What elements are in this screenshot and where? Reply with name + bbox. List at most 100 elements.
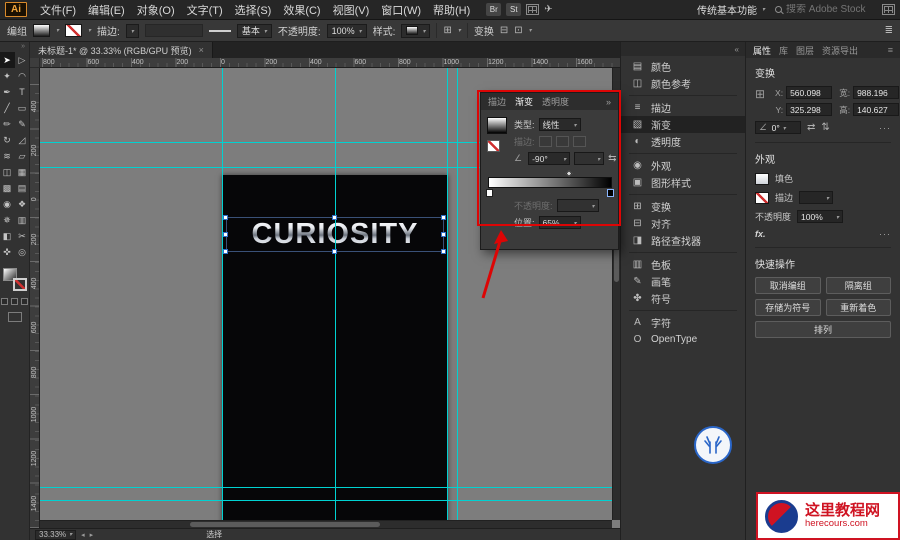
prev-artboard-icon[interactable]: ◂: [81, 531, 85, 539]
select-similar-icon[interactable]: ⊡: [514, 25, 522, 36]
width-input[interactable]: 988.196: [853, 86, 899, 99]
tool-perspective-grid[interactable]: ▦: [15, 164, 30, 180]
stroke-color-icon[interactable]: [13, 278, 27, 291]
menu-item[interactable]: 选择(S): [229, 2, 278, 18]
tool-magic-wand[interactable]: ✦: [0, 68, 15, 84]
gradient-slider[interactable]: [488, 169, 612, 197]
flip-vertical-icon[interactable]: ⇅: [821, 122, 829, 133]
style-select[interactable]: [401, 24, 430, 38]
tool-slice[interactable]: ✂: [15, 228, 30, 244]
dock-item-brushes[interactable]: ✎ 画笔: [621, 273, 745, 290]
tab-transparency-panel[interactable]: 透明度: [542, 95, 569, 108]
selection-handle[interactable]: [332, 215, 337, 220]
guide-vertical[interactable]: [335, 68, 336, 528]
toolbar-collapse-icon[interactable]: »: [0, 42, 29, 52]
dock-item-gradient[interactable]: ▧ 渐变: [621, 116, 745, 133]
menu-item[interactable]: 编辑(E): [82, 2, 131, 18]
tool-eyedropper[interactable]: ◉: [0, 196, 15, 212]
transform-label[interactable]: 变换: [474, 23, 494, 38]
gradient-angle-select[interactable]: -90°: [528, 152, 570, 165]
tab-properties[interactable]: 属性: [753, 44, 771, 57]
tool-shape-builder[interactable]: ◫: [0, 164, 15, 180]
tool-selection[interactable]: ➤: [0, 52, 15, 68]
opacity-select[interactable]: 100%: [327, 24, 367, 38]
gradient-midpoint-handle[interactable]: [565, 170, 572, 177]
tool-free-transform[interactable]: ▱: [15, 148, 30, 164]
quick-action-button[interactable]: 取消编组: [755, 277, 821, 294]
fill-caret-icon[interactable]: [56, 25, 59, 36]
tool-artboard[interactable]: ◧: [0, 228, 15, 244]
reference-point-icon[interactable]: ⊞: [755, 88, 765, 100]
more-options[interactable]: ···: [879, 123, 891, 133]
guide-horizontal[interactable]: [40, 487, 620, 488]
tab-asset-export[interactable]: 资源导出: [822, 44, 858, 57]
panel-menu-icon[interactable]: [888, 45, 893, 55]
tool-width[interactable]: ≋: [0, 148, 15, 164]
bridge-icon[interactable]: Br: [486, 3, 501, 16]
tool-symbol-sprayer[interactable]: ✵: [0, 212, 15, 228]
dock-item-transparency[interactable]: ◐ 透明度: [621, 133, 745, 150]
gradient-thumbnail[interactable]: [487, 117, 507, 134]
dock-item-graphic-styles[interactable]: ▣ 图形样式: [621, 174, 745, 191]
gradient-mode-icon[interactable]: [11, 298, 18, 305]
tool-paintbrush[interactable]: ✏: [0, 116, 15, 132]
menu-item[interactable]: 文件(F): [34, 2, 82, 18]
menu-item[interactable]: 视图(V): [327, 2, 376, 18]
stroke-gradient-thumbnail[interactable]: [487, 140, 500, 152]
stroke-across-icon[interactable]: [573, 136, 586, 147]
menu-item[interactable]: 对象(O): [131, 2, 181, 18]
stroke-caret-icon[interactable]: [88, 25, 91, 36]
guide-vertical[interactable]: [447, 68, 448, 528]
arrange-documents-icon[interactable]: [526, 4, 539, 15]
tool-rotate[interactable]: ↻: [0, 132, 15, 148]
quick-action-button[interactable]: 隔离组: [826, 277, 892, 294]
dock-item-opentype[interactable]: O OpenType: [621, 331, 745, 348]
tab-stroke-panel[interactable]: 描边: [488, 95, 506, 108]
dock-item-pathfinder[interactable]: ◨ 路径查找器: [621, 232, 745, 249]
screen-mode-icon[interactable]: [8, 312, 22, 322]
selection-handle[interactable]: [441, 249, 446, 254]
selection-handle[interactable]: [332, 249, 337, 254]
none-mode-icon[interactable]: [21, 298, 28, 305]
more-options[interactable]: ···: [879, 229, 891, 239]
tool-rectangle[interactable]: ▭: [15, 100, 30, 116]
dock-item-color-guide[interactable]: ◫ 颜色参考: [621, 75, 745, 92]
tool-direct-selection[interactable]: ▷: [15, 52, 30, 68]
align-caret-icon[interactable]: [458, 25, 461, 36]
gradient-stop-black[interactable]: [607, 189, 614, 197]
tool-blend[interactable]: ❖: [15, 196, 30, 212]
dock-item-align[interactable]: ⊟ 对齐: [621, 215, 745, 232]
selection-handle[interactable]: [223, 249, 228, 254]
gradient-type-select[interactable]: 线性: [539, 118, 581, 131]
zoom-select[interactable]: 33.33%: [35, 530, 76, 540]
menu-item[interactable]: 文字(T): [181, 2, 229, 18]
tool-pen[interactable]: ✒: [0, 84, 15, 100]
stock-icon[interactable]: St: [506, 3, 521, 16]
stroke-swatch[interactable]: [65, 24, 82, 37]
quick-action-button[interactable]: 存储为符号: [755, 299, 821, 316]
tool-mesh[interactable]: ▩: [0, 180, 15, 196]
vertical-ruler[interactable]: 4002000200400600800100012001400: [30, 68, 40, 528]
tool-zoom[interactable]: ◎: [15, 244, 30, 260]
height-input[interactable]: 140.627: [853, 103, 899, 116]
tab-gradient-panel[interactable]: 渐变: [515, 95, 533, 108]
gradient-ramp[interactable]: [488, 177, 612, 188]
stop-opacity-select[interactable]: [557, 199, 599, 212]
opacity-select[interactable]: 100%: [797, 210, 843, 223]
y-input[interactable]: 325.298: [786, 103, 832, 116]
dock-item-symbols[interactable]: ✤ 符号: [621, 290, 745, 307]
horizontal-ruler[interactable]: 8006004002000200400600800100012001400160…: [40, 58, 620, 68]
workspace-switcher[interactable]: 传统基本功能: [697, 2, 765, 17]
tab-libraries[interactable]: 库: [779, 44, 788, 57]
tool-hand[interactable]: ✜: [0, 244, 15, 260]
dock-item-color[interactable]: ▤ 颜色: [621, 58, 745, 75]
document-tab[interactable]: 未标题-1* @ 33.33% (RGB/GPU 预览) ×: [30, 42, 213, 58]
horizontal-scrollbar[interactable]: [40, 520, 612, 528]
x-input[interactable]: 560.098: [786, 86, 832, 99]
stroke-swatch[interactable]: [755, 192, 769, 204]
workspace-grid-icon[interactable]: [882, 4, 895, 15]
dock-item-stroke[interactable]: ≡ 描边: [621, 99, 745, 116]
search-input[interactable]: [786, 4, 872, 15]
tool-scale[interactable]: ◿: [15, 132, 30, 148]
fill-swatch[interactable]: [33, 24, 50, 37]
